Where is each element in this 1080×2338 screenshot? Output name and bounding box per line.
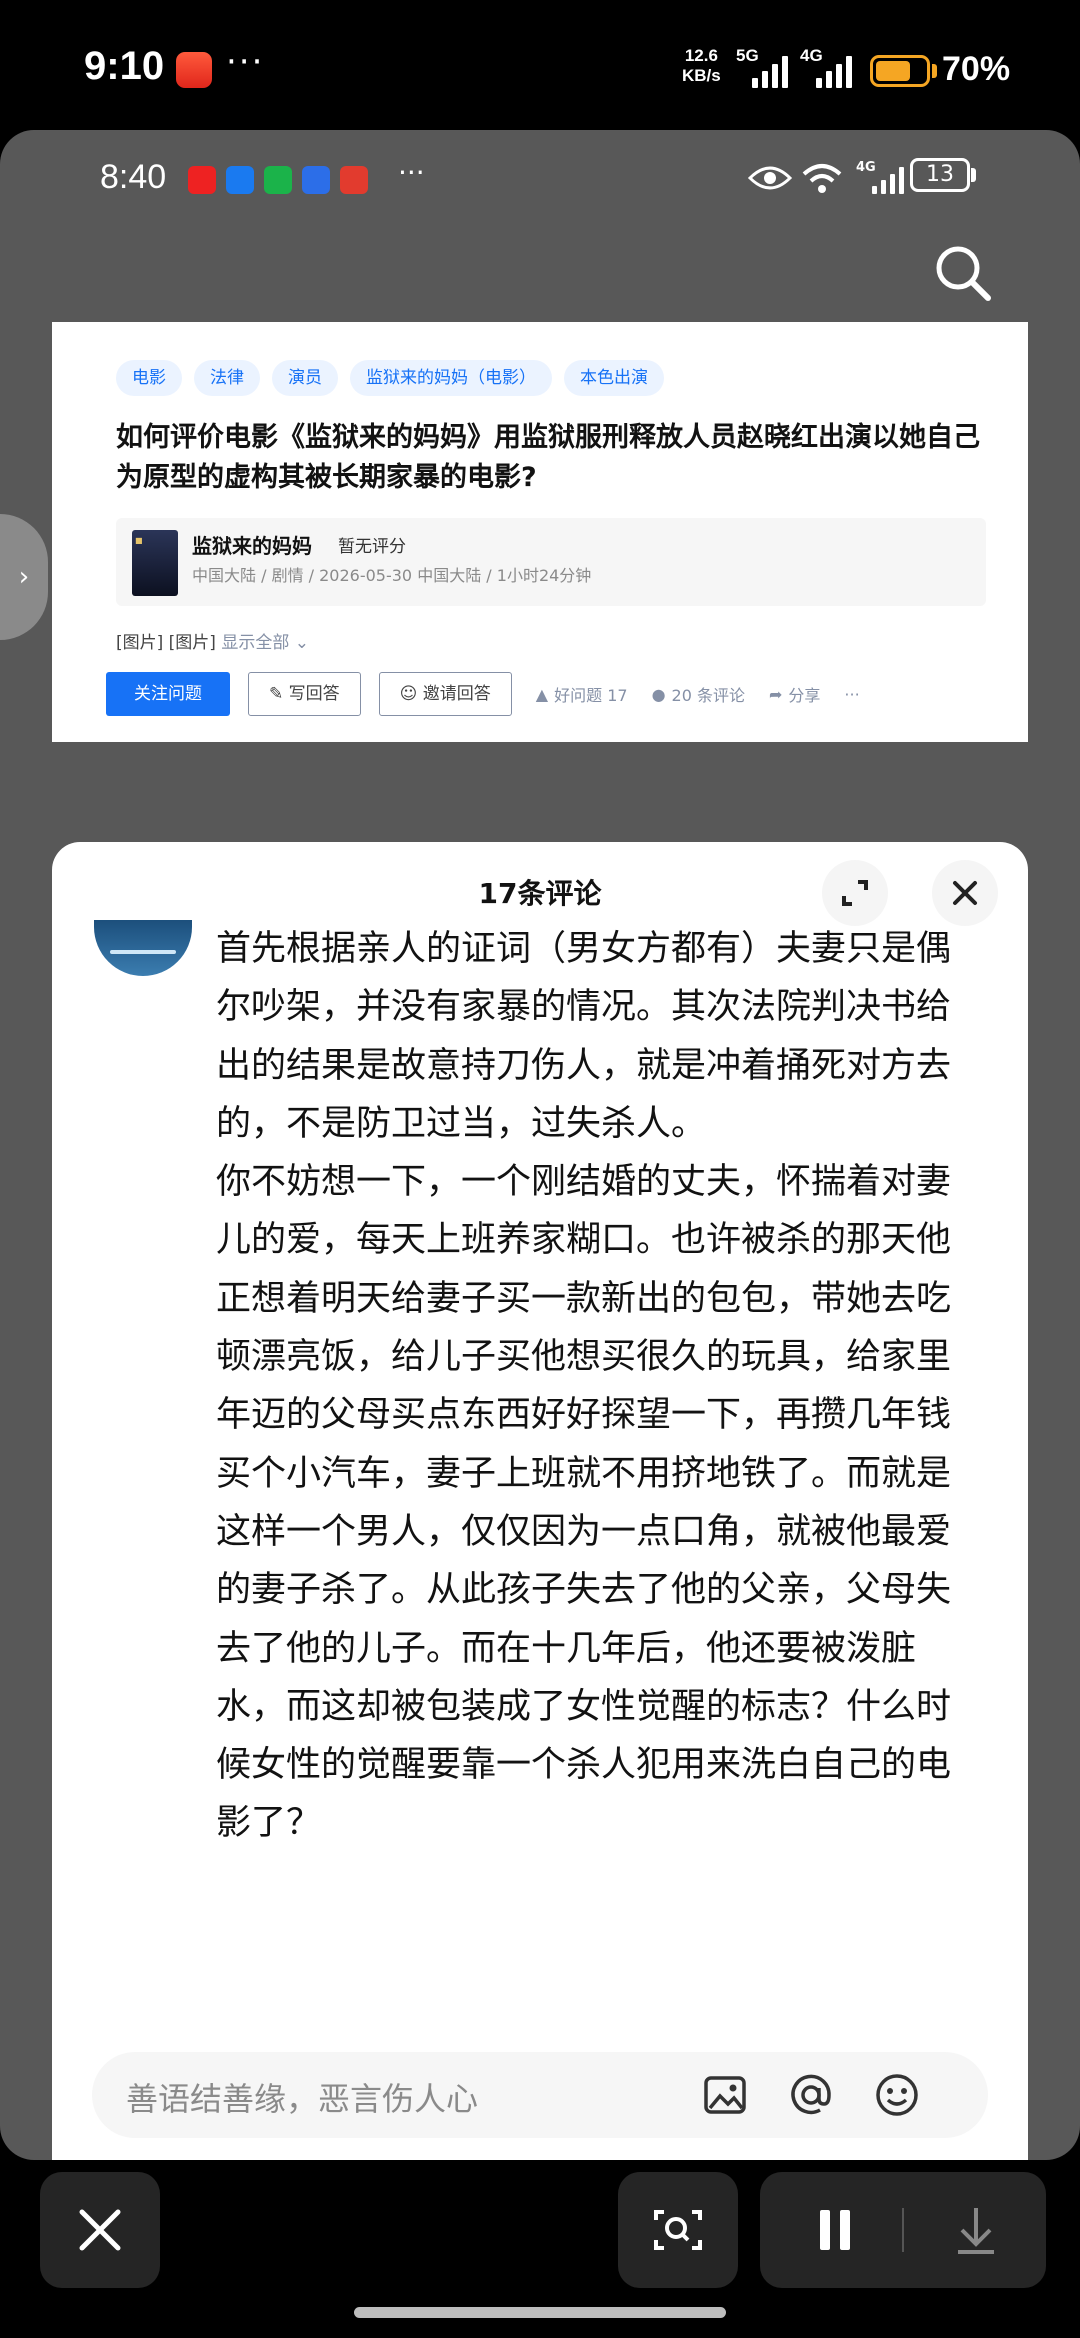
signal-5g-icon [752,52,788,88]
close-icon [79,2209,121,2251]
good-question-label: 好问题 17 [554,686,628,705]
search-icon[interactable] [930,240,996,306]
more-notifications-icon: ··· [398,156,425,189]
inner-signal-icon [872,164,904,194]
close-sheet-button[interactable] [932,860,998,926]
movie-poster: ■ [132,530,178,596]
pill-divider [902,2208,904,2252]
movie-meta: 中国大陆 / 剧情 / 2026-05-30 中国大陆 / 1小时24分钟 [192,566,592,585]
share-button[interactable]: ➦ 分享 [769,682,820,706]
topic-tag[interactable]: 演员 [272,360,338,396]
outer-status-bar: 9:10 ··· 12.6 KB/s 5G 4G 70% [0,0,1080,130]
network-speed: 12.6 KB/s [682,46,721,86]
write-answer-label: 写回答 [288,684,340,704]
topic-tags: 电影 法律 演员 监狱来的妈妈（电影） 本色出演 [116,360,664,396]
scan-icon [654,2210,702,2250]
battery-percent: 70% [942,50,1011,88]
pencil-icon: ✎ [269,684,289,704]
share-label: 分享 [788,686,821,705]
follow-question-button[interactable]: 关注问题 [106,672,230,716]
question-actions: 关注问题 ✎ 写回答 ☺ 邀请回答 ▲ 好问题 17 ● 20 条评论 ➦ 分享 ··… [106,672,860,716]
wifi-icon [802,164,842,193]
network-speed-unit: KB/s [682,66,721,85]
more-notifications-icon: ··· [226,42,265,82]
write-answer-button[interactable]: ✎ 写回答 [248,672,361,716]
topic-tag[interactable]: 电影 [116,360,182,396]
eye-icon [748,166,792,190]
invite-answer-label: 邀请回答 [422,684,491,704]
expand-icon [842,880,868,906]
expand-button[interactable] [822,860,888,926]
emoji-icon[interactable] [872,2070,922,2120]
image-placeholders: [图片] [图片] [116,633,216,653]
pause-icon[interactable] [760,2172,900,2288]
chevron-down-icon: ⌄ [294,633,309,653]
avatar[interactable] [94,920,192,976]
inner-clock: 8:40 [100,158,167,196]
comments-sheet: 17条评论 首先根据亲人的证词（男女方都有）夫妻只是偶尔吵架，并没有家暴的情况。… [52,842,1028,2160]
question-comments-label: 20 条评论 [671,686,745,705]
battery-icon [870,55,930,87]
comment-input[interactable]: 善语结善缘，恶言伤人心 [92,2052,988,2138]
inner-battery-tip [971,168,976,182]
thumb-up-icon: ▲ [535,684,549,704]
shopping-app-icon [176,52,212,88]
movie-name: 监狱来的妈妈 [192,534,312,558]
movie-card[interactable]: ■ 监狱来的妈妈 暂无评分 中国大陆 / 剧情 / 2026-05-30 中国大… [116,518,986,606]
side-panel-handle[interactable]: › [0,514,48,640]
download-icon[interactable] [906,2172,1046,2288]
close-recording-button[interactable] [40,2172,160,2288]
topic-tag[interactable]: 本色出演 [564,360,664,396]
question-title[interactable]: 如何评价电影《监狱来的妈妈》用监狱服刑释放人员赵晓红出演以她自己为原型的虚构其被… [116,418,996,498]
question-card: 电影 法律 演员 监狱来的妈妈（电影） 本色出演 如何评价电影《监狱来的妈妈》用… [52,322,1028,742]
person-icon: ☺ [399,684,423,704]
topic-tag[interactable]: 监狱来的妈妈（电影） [350,360,552,396]
inner-status-bar: 8:40 ··· 4G 13 [0,130,1080,230]
mention-icon[interactable] [786,2070,836,2120]
battery-tip [932,64,937,78]
recording-control-pill [760,2172,1046,2288]
outer-clock: 9:10 [84,44,165,88]
notification-icons [188,166,368,194]
recorded-screen: 8:40 ··· 4G 13 电影 法律 演员 监狱来的妈妈（电影） 本色出演 … [0,130,1080,2160]
topic-tag[interactable]: 法律 [194,360,260,396]
inner-battery: 13 [910,158,970,192]
home-indicator[interactable] [354,2307,726,2318]
wechat-icon [264,166,292,194]
news-icon [340,166,368,194]
network-speed-value: 12.6 [684,46,718,65]
scan-button[interactable] [618,2172,738,2288]
app-icon [302,166,330,194]
image-icon[interactable] [700,2070,750,2120]
huawei-icon [188,166,216,194]
good-question-button[interactable]: ▲ 好问题 17 [536,682,628,706]
question-images: [图片] [图片] 显示全部 ⌄ [116,628,309,653]
comment-icon: ● [651,684,666,704]
comment-text: 首先根据亲人的证词（男女方都有）夫妻只是偶尔吵架，并没有家暴的情况。其次法院判决… [216,929,952,1844]
comment-input-placeholder: 善语结善缘，恶言伤人心 [126,2080,479,2118]
shield-icon [226,166,254,194]
invite-answer-button[interactable]: ☺ 邀请回答 [378,672,512,716]
show-all-link[interactable]: 显示全部 [221,633,289,653]
share-icon: ➦ [768,684,783,704]
more-button[interactable]: ··· [844,685,859,704]
question-comments-button[interactable]: ● 20 条评论 [652,682,745,706]
signal-4g-icon [816,52,852,88]
close-icon [953,881,977,905]
movie-score: 暂无评分 [338,537,406,557]
